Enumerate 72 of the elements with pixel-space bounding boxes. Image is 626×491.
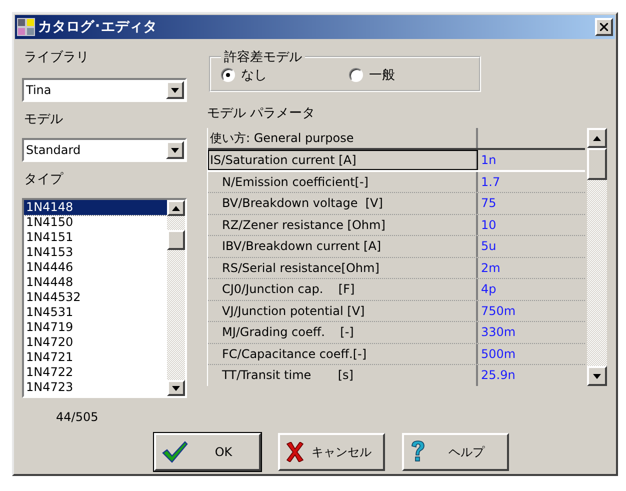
type-label: タイプ [23, 171, 64, 189]
list-item[interactable]: 1N4531 [24, 305, 167, 320]
parameter-name[interactable]: TT/Transit time [s] [208, 365, 478, 386]
radio-label[interactable]: なし [241, 66, 267, 84]
ok-button[interactable]: OK [154, 433, 261, 471]
list-item[interactable]: 1N4150 [24, 215, 167, 230]
up-arrow-icon [593, 136, 601, 140]
scroll-thumb[interactable] [167, 230, 185, 250]
parameter-value[interactable]: 25.9n [478, 365, 585, 386]
scroll-up-button[interactable] [587, 128, 607, 148]
parameter-name[interactable]: RS/Serial resistance[Ohm] [208, 258, 478, 278]
parameter-name[interactable]: VJ/Junction potential [V] [208, 300, 478, 321]
down-arrow-icon [172, 386, 180, 390]
parameter-value[interactable]: 330m [478, 322, 585, 342]
question-mark-icon [410, 440, 426, 464]
list-item[interactable]: 1N4148 [24, 200, 167, 215]
scroll-thumb[interactable] [587, 148, 607, 180]
parameter-value[interactable]: 2m [478, 258, 585, 278]
list-item[interactable]: 1N44532 [24, 290, 167, 305]
parameter-name[interactable]: N/Emission coefficient[-] [208, 172, 478, 192]
parameter-value[interactable]: 5u [478, 236, 585, 256]
parameter-name[interactable]: BV/Breakdown voltage [V] [208, 193, 478, 214]
parameter-value[interactable]: 4p [478, 279, 585, 300]
parameter-name[interactable]: RZ/Zener resistance [Ohm] [208, 214, 478, 235]
help-button[interactable]: ヘルプ [402, 433, 509, 471]
parameters-label: モデル パラメータ [207, 105, 316, 122]
close-button[interactable] [595, 18, 613, 36]
down-arrow-icon [593, 374, 601, 378]
window-title: カタログ･エディタ [38, 18, 158, 36]
header-cell: 使い方: General purpose [208, 128, 478, 148]
radio-button[interactable] [221, 68, 235, 82]
app-icon [17, 18, 35, 36]
parameter-value[interactable]: 10 [478, 214, 585, 235]
close-icon [600, 23, 608, 31]
down-arrow-icon [171, 88, 179, 92]
checkmark-icon [162, 441, 188, 463]
list-item[interactable]: 1N4719 [24, 320, 167, 335]
list-item[interactable]: 1N4721 [24, 350, 167, 365]
item-count: 44/505 [56, 410, 100, 425]
parameter-value[interactable]: 750m [478, 300, 585, 321]
parameter-value[interactable]: 1.7 [478, 172, 585, 192]
scroll-down-button[interactable] [167, 380, 185, 396]
dropdown-button[interactable] [166, 141, 184, 159]
cancel-button[interactable]: キャンセル [278, 433, 385, 471]
list-item[interactable]: 1N4151 [24, 230, 167, 245]
scroll-down-button[interactable] [587, 366, 607, 386]
list-item[interactable]: 1N4722 [24, 365, 167, 380]
parameter-value[interactable]: 500m [478, 344, 585, 364]
down-arrow-icon [171, 148, 179, 152]
parameter-value[interactable]: 75 [478, 193, 585, 214]
dropdown-field[interactable]: Standard [22, 138, 187, 162]
list-item[interactable]: 1N4720 [24, 335, 167, 350]
parameter-name[interactable]: CJ0/Junction cap. [F] [208, 279, 478, 300]
cross-icon [286, 442, 304, 462]
parameter-value[interactable]: 1n [478, 150, 585, 170]
dropdown-button[interactable] [166, 81, 184, 99]
parameter-name[interactable]: FC/Capacitance coeff.[-] [208, 344, 478, 364]
list-item[interactable]: 1N4723 [24, 380, 167, 395]
parameter-name[interactable]: IBV/Breakdown current [A] [208, 236, 478, 256]
list-item[interactable]: 1N4448 [24, 275, 167, 290]
radio-label[interactable]: 一般 [369, 66, 395, 84]
up-arrow-icon [172, 206, 180, 210]
parameter-name[interactable]: MJ/Grading coeff. [-] [208, 322, 478, 342]
parameter-name[interactable]: IS/Saturation current [A] [208, 150, 478, 170]
scroll-up-button[interactable] [167, 200, 185, 216]
list-item[interactable]: 1N4153 [24, 245, 167, 260]
radio-button[interactable] [349, 68, 363, 82]
model-label: モデル [23, 111, 64, 129]
group-title: 許容差モデル [223, 49, 303, 66]
library-label: ライブラリ [23, 49, 90, 67]
dropdown-field[interactable]: Tina [22, 78, 187, 102]
list-item[interactable]: 1N4446 [24, 260, 167, 275]
